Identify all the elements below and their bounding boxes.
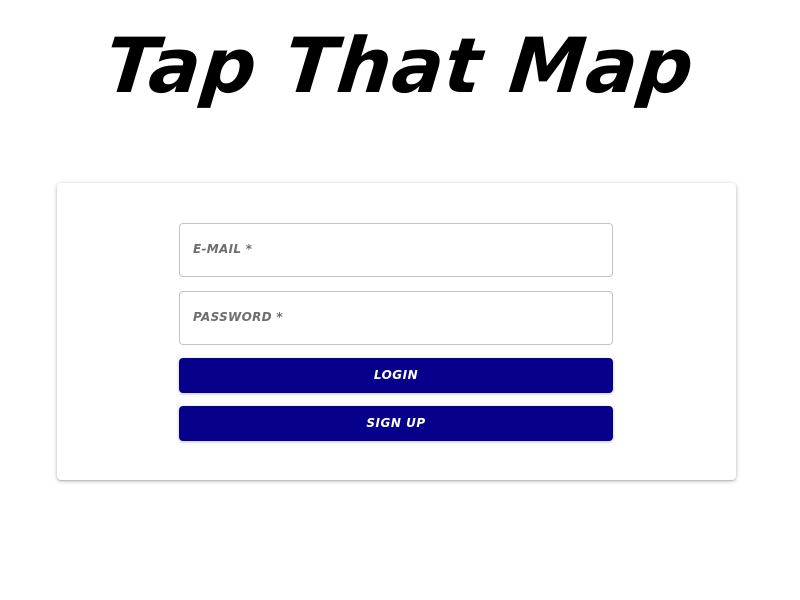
password-field-label: Password *: [193, 310, 283, 324]
login-card: E-mail * Password * Login Sign Up: [57, 183, 736, 480]
app-root: Tap That Map E-mail * Password * Login S…: [0, 0, 800, 600]
app-title: Tap That Map: [101, 21, 699, 110]
email-field-label: E-mail *: [193, 242, 253, 256]
signup-button[interactable]: Sign Up: [179, 406, 613, 441]
login-button[interactable]: Login: [179, 358, 613, 393]
email-field[interactable]: E-mail *: [179, 223, 613, 277]
password-field[interactable]: Password *: [179, 291, 613, 345]
